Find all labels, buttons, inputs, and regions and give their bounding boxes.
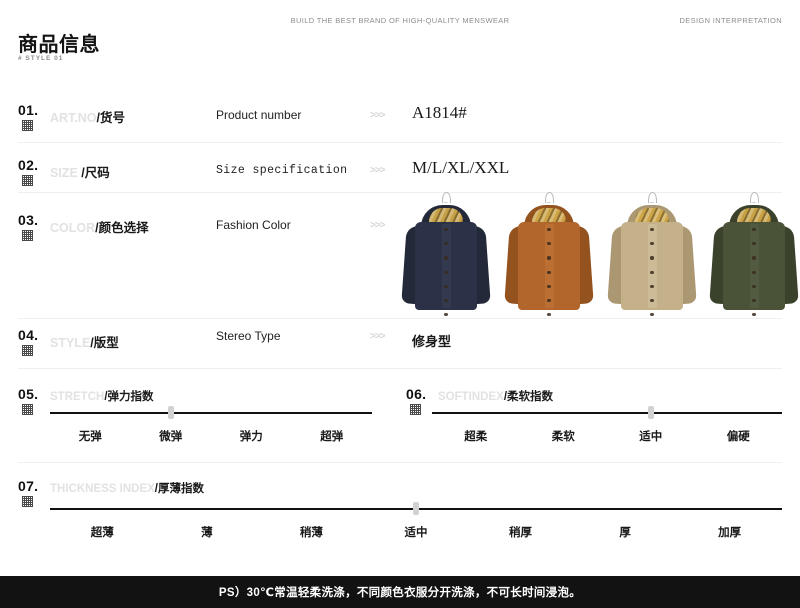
row-label: STYLE/版型 xyxy=(50,332,119,351)
chevron-right-icon: >>> xyxy=(370,165,386,176)
jacket-buttons xyxy=(650,228,654,327)
jacket-navy[interactable] xyxy=(400,192,492,317)
row-label-en: ART.NO xyxy=(50,111,97,125)
hanger-hook-icon xyxy=(749,192,759,203)
scale-marker[interactable] xyxy=(167,406,174,419)
page-title: 商品信息 xyxy=(18,34,100,56)
scale-label-en: THICKNESS INDEX xyxy=(50,483,155,495)
scale-tick-label: 稍厚 xyxy=(509,527,533,539)
hatch-icon xyxy=(410,404,421,415)
scale-tick-labels: 无弹 微弹 弹力 超弹 xyxy=(50,428,372,444)
row-label-en: SIZE xyxy=(50,166,78,180)
row-label: COLOR/颜色选择 xyxy=(50,217,149,236)
scale-title: SOFTINDEX/柔软指数 xyxy=(438,388,553,404)
scale-label-en: SOFTINDEX xyxy=(438,391,504,403)
row-number: 02. xyxy=(18,157,39,173)
jacket-buttons xyxy=(752,228,756,327)
row-value: 修身型 xyxy=(412,334,452,349)
scale-label-en: STRETCH xyxy=(50,391,105,403)
chevron-right-icon: >>> xyxy=(370,220,386,231)
row-description: Stereo Type xyxy=(216,329,281,343)
row-description: Fashion Color xyxy=(216,218,291,232)
scale-track[interactable] xyxy=(432,412,782,414)
scale-title: THICKNESS INDEX/厚薄指数 xyxy=(50,480,204,496)
row-label-cn: /货号 xyxy=(96,111,126,125)
row-number: 05. xyxy=(18,386,39,402)
scale-marker[interactable] xyxy=(413,502,419,515)
row-label: SIZE /尺码 xyxy=(50,162,110,181)
jacket-buttons xyxy=(444,228,448,327)
scale-tick-label: 薄 xyxy=(201,527,213,539)
scale-label-cn: /弹力指数 xyxy=(104,391,154,403)
care-instructions-text: PS）30℃常温轻柔洗涤，不同颜色衣服分开洗涤，不可长时间浸泡。 xyxy=(218,587,582,599)
row-description: Size specification xyxy=(216,164,348,177)
scale-marker[interactable] xyxy=(647,406,654,419)
hanger-hook-icon xyxy=(647,192,657,203)
row-number: 06. xyxy=(406,386,427,402)
scale-tick-label: 适中 xyxy=(639,431,663,443)
hanger-hook-icon xyxy=(544,192,554,203)
hanger-hook-icon xyxy=(441,192,451,203)
scale-tick-label: 超薄 xyxy=(90,527,114,539)
scale-tick-label: 加厚 xyxy=(718,527,742,539)
row-divider xyxy=(18,142,782,143)
scale-tick-label: 超柔 xyxy=(464,431,488,443)
scale-title: STRETCH/弹力指数 xyxy=(50,388,154,404)
row-label-cn: /颜色选择 xyxy=(95,221,149,235)
hatch-icon xyxy=(22,120,33,131)
jacket-camel[interactable] xyxy=(503,192,595,317)
product-info-infographic: BUILD THE BEST BRAND OF HIGH-QUALITY MEN… xyxy=(0,0,800,608)
row-divider xyxy=(18,368,782,369)
scale-label-cn: /柔软指数 xyxy=(503,391,554,403)
row-label: ART.NO/货号 xyxy=(50,107,125,126)
scale-tick-label: 柔软 xyxy=(551,431,575,443)
jacket-khaki[interactable] xyxy=(606,192,698,317)
scale-label-cn: /厚薄指数 xyxy=(154,483,204,495)
scale-track[interactable] xyxy=(50,412,372,414)
hatch-icon xyxy=(22,175,33,186)
scale-tick-labels: 超薄 薄 稍薄 适中 稍厚 厚 加厚 xyxy=(50,524,782,540)
scale-tick-label: 稍薄 xyxy=(299,527,323,539)
row-divider xyxy=(18,318,782,319)
scale-tick-labels: 超柔 柔软 适中 偏硬 xyxy=(432,428,782,444)
scale-tick-label: 偏硬 xyxy=(726,431,750,443)
row-description: Product number xyxy=(216,108,302,122)
row-value: A1814# xyxy=(412,103,467,122)
scale-tick-label: 弹力 xyxy=(239,431,263,443)
chevron-right-icon: >>> xyxy=(370,331,386,342)
row-number: 04. xyxy=(18,327,39,343)
hatch-icon xyxy=(22,496,33,507)
row-number: 01. xyxy=(18,102,39,118)
scale-tick-label: 无弹 xyxy=(78,431,102,443)
header-tagline-right: DESIGN INTERPRETATION xyxy=(679,16,782,25)
row-divider xyxy=(18,462,782,463)
row-label-en: STYLE xyxy=(50,336,91,350)
care-instructions-footer: PS）30℃常温轻柔洗涤，不同颜色衣服分开洗涤，不可长时间浸泡。 xyxy=(0,576,800,608)
hatch-icon xyxy=(22,230,33,241)
chevron-right-icon: >>> xyxy=(370,110,386,121)
jacket-buttons xyxy=(547,228,551,327)
row-label-cn: /版型 xyxy=(90,336,119,350)
jacket-olive[interactable] xyxy=(708,192,800,317)
scale-tick-label: 适中 xyxy=(404,527,428,539)
page-subtitle: # STYLE 01 xyxy=(18,55,64,62)
row-value: M/L/XL/XXL xyxy=(412,158,510,177)
color-swatch-gallery xyxy=(400,192,800,317)
row-label-en: COLOR xyxy=(50,221,96,235)
row-label-cn: /尺码 xyxy=(77,166,110,180)
scale-tick-label: 厚 xyxy=(619,527,631,539)
scale-tick-label: 超弹 xyxy=(320,431,344,443)
scale-tick-label: 微弹 xyxy=(159,431,183,443)
hatch-icon xyxy=(22,345,33,356)
row-number: 07. xyxy=(18,478,39,494)
hatch-icon xyxy=(22,404,33,415)
row-number: 03. xyxy=(18,212,39,228)
